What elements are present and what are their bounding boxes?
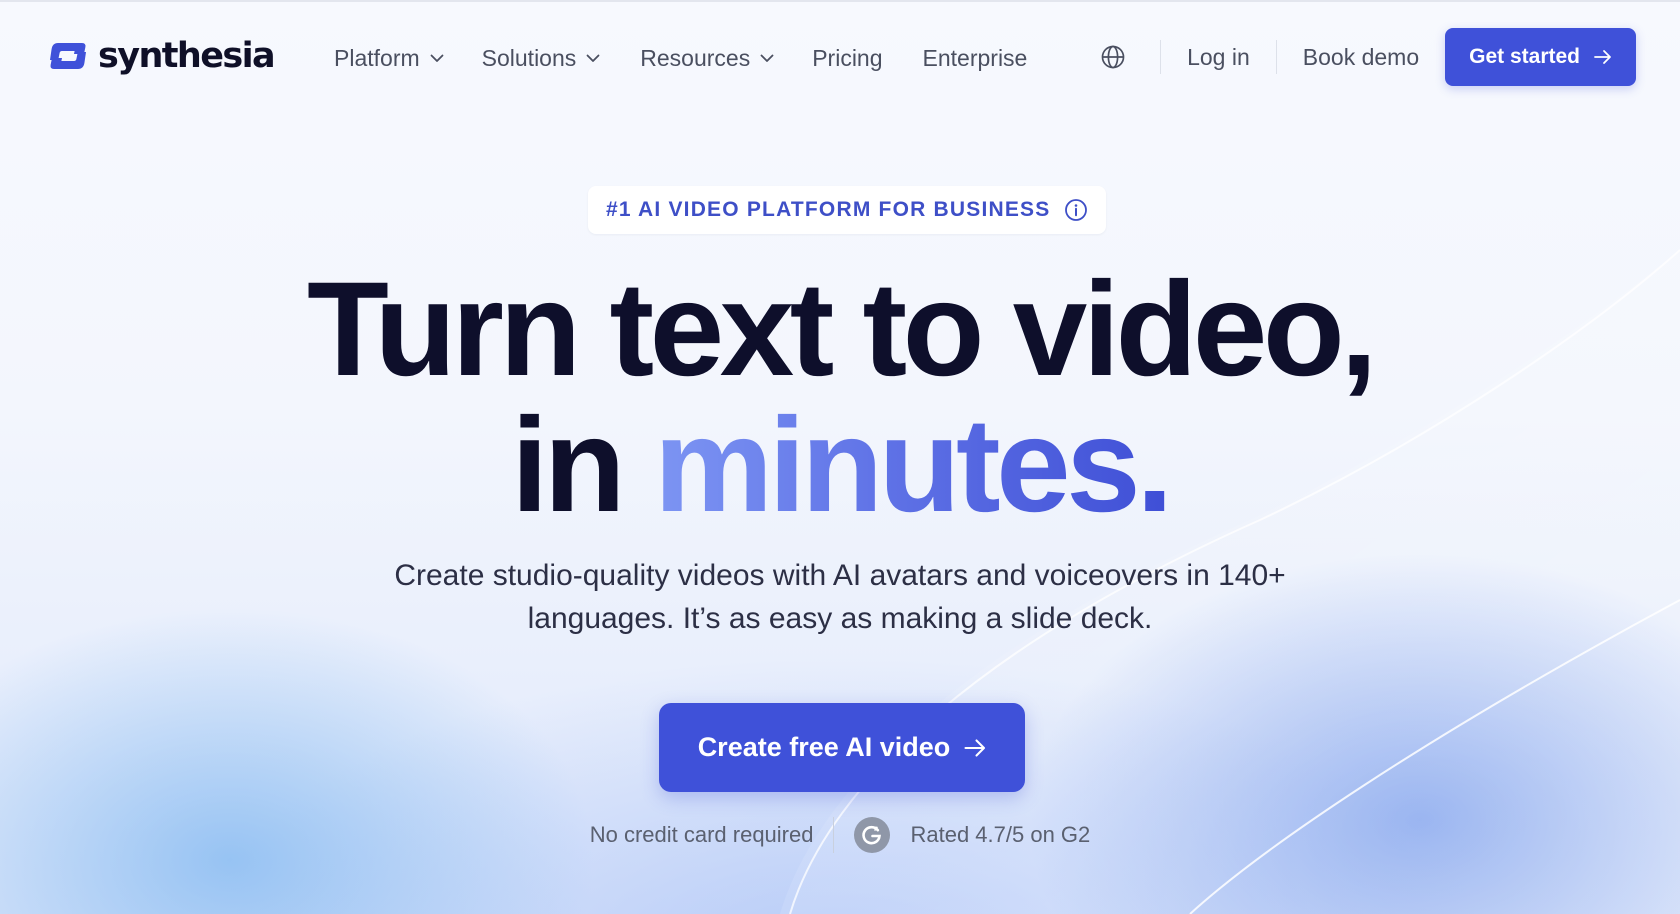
create-free-video-button[interactable]: Create free AI video bbox=[659, 703, 1025, 792]
trust-row: No credit card required Rated 4.7/5 on G… bbox=[0, 814, 1680, 856]
arrow-right-icon bbox=[1594, 50, 1611, 64]
nav-item-solutions[interactable]: Solutions bbox=[482, 45, 601, 72]
login-link[interactable]: Log in bbox=[1187, 44, 1250, 71]
nav-item-resources[interactable]: Resources bbox=[640, 45, 774, 72]
nav-item-label: Pricing bbox=[812, 44, 883, 71]
nav-divider bbox=[1160, 40, 1162, 74]
subhead-line-1: Create studio-quality videos with AI ava… bbox=[394, 559, 1286, 592]
g2-rating-text: Rated 4.7/5 on G2 bbox=[910, 822, 1091, 847]
nav-item-platform[interactable]: Platform bbox=[334, 45, 444, 72]
globe-icon[interactable] bbox=[1100, 44, 1126, 70]
chevron-down-icon bbox=[760, 54, 774, 62]
synthesia-logo-icon bbox=[50, 43, 86, 69]
nav-item-label: Platform bbox=[334, 44, 420, 71]
headline-line-2-prefix: in bbox=[511, 391, 654, 540]
hero-subheading: Create studio-quality videos with AI ava… bbox=[340, 554, 1340, 640]
trust-divider bbox=[833, 817, 835, 853]
g2-glyph bbox=[862, 825, 882, 845]
g2-logo-icon bbox=[854, 817, 891, 853]
top-navigation: synthesia Platform Solutions Resources P… bbox=[0, 0, 1680, 114]
synthesia-logo[interactable]: synthesia bbox=[48, 36, 276, 76]
chevron-down-icon bbox=[430, 54, 444, 62]
nav-divider bbox=[1275, 40, 1277, 74]
get-started-button[interactable]: Get started bbox=[1445, 28, 1636, 86]
get-started-label: Get started bbox=[1469, 45, 1580, 68]
headline-accent-word: minutes. bbox=[653, 391, 1173, 540]
brand-name: synthesia bbox=[98, 36, 276, 76]
cta-label: Create free AI video bbox=[697, 732, 951, 762]
nav-item-enterprise[interactable]: Enterprise bbox=[923, 45, 1028, 72]
chevron-down-icon bbox=[586, 54, 600, 62]
arrow-right-icon bbox=[964, 738, 986, 757]
nav-item-label: Solutions bbox=[481, 44, 577, 71]
headline-line-1: Turn text to video, bbox=[307, 255, 1377, 404]
hero-badge: #1 AI VIDEO PLATFORM FOR BUSINESS bbox=[588, 186, 1107, 234]
book-demo-link[interactable]: Book demo bbox=[1303, 44, 1419, 71]
hero-headline: Turn text to video, in minutes. bbox=[0, 262, 1680, 534]
subhead-line-2: languages. It’s as easy as making a slid… bbox=[527, 602, 1153, 635]
nav-item-pricing[interactable]: Pricing bbox=[812, 45, 882, 72]
no-credit-card-note: No credit card required bbox=[589, 822, 814, 847]
nav-actions: Log in Book demo Get started bbox=[1100, 28, 1636, 86]
main-menu: Platform Solutions Resources Pricing Ent… bbox=[334, 40, 1027, 76]
nav-item-label: Enterprise bbox=[922, 44, 1028, 71]
info-icon[interactable] bbox=[1064, 198, 1088, 222]
nav-item-label: Resources bbox=[640, 44, 751, 71]
badge-text: #1 AI VIDEO PLATFORM FOR BUSINESS bbox=[606, 198, 1051, 221]
